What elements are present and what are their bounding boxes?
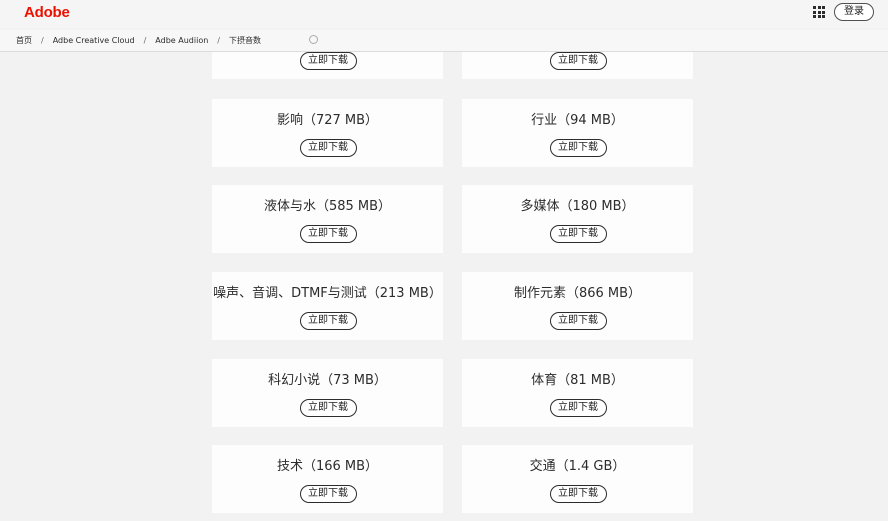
sound-pack-card: 多媒体（180 MB） 立即下载 [462, 185, 693, 253]
breadcrumb-creative-cloud[interactable]: Adbe Creative Cloud [53, 36, 135, 45]
card-title: 行业（94 MB） [531, 113, 624, 128]
download-now-button[interactable]: 立即下载 [299, 399, 357, 417]
download-now-button[interactable]: 立即下载 [299, 225, 357, 243]
card-title: 交通（1.4 GB） [529, 459, 626, 474]
card-title: 科幻小说（73 MB） [268, 373, 387, 388]
grid-dot [822, 15, 825, 18]
grid-dot [822, 10, 825, 14]
card-title: 体育（81 MB） [531, 373, 624, 388]
download-now-button[interactable]: 立即下载 [549, 52, 607, 70]
download-now-button[interactable]: 立即下载 [299, 139, 357, 157]
download-now-button[interactable]: 立即下载 [299, 485, 357, 503]
download-now-button[interactable]: 立即下载 [549, 139, 607, 157]
download-now-button[interactable]: 立即下载 [549, 225, 607, 243]
sound-pack-card: 制作元素（866 MB） 立即下载 [462, 272, 693, 340]
download-now-button[interactable]: 立即下载 [299, 312, 357, 330]
download-now-button[interactable]: 立即下载 [549, 312, 607, 330]
breadcrumb-home[interactable]: 首页 [16, 35, 32, 46]
card-title: 技术（166 MB） [276, 459, 379, 474]
download-now-button[interactable]: 立即下载 [299, 52, 357, 70]
grid-dot [813, 6, 816, 9]
card-title: 制作元素（866 MB） [513, 286, 642, 301]
sound-pack-card: 体育（81 MB） 立即下载 [462, 359, 693, 427]
grid-dot [813, 10, 816, 14]
grid-dot [813, 15, 816, 18]
scroll-indicator-icon [309, 35, 318, 44]
apps-grid-icon[interactable] [813, 6, 825, 18]
grid-dot [817, 6, 821, 9]
breadcrumb: 首页 / Adbe Creative Cloud / Adbe Audiion … [16, 35, 261, 46]
sound-pack-card: 行业（94 MB） 立即下载 [462, 99, 693, 167]
download-now-button[interactable]: 立即下载 [549, 399, 607, 417]
breadcrumb-separator: / [143, 36, 147, 45]
grid-dot [817, 15, 821, 18]
breadcrumb-current: 下摂音数 [228, 36, 261, 45]
download-now-button[interactable]: 立即下载 [549, 485, 607, 503]
sound-pack-card: 液体与水（585 MB） 立即下载 [212, 185, 443, 253]
breadcrumb-separator: / [41, 36, 44, 45]
sound-pack-card: 噪声、音调、DTMF与测试（213 MB） 立即下载 [212, 272, 443, 340]
card-title: 多媒体（180 MB） [520, 199, 635, 214]
global-header: Adobe 登录 [0, 0, 888, 28]
sound-pack-card: 科幻小说（73 MB） 立即下载 [212, 359, 443, 427]
breadcrumb-audition[interactable]: Adbe Audiion [155, 36, 208, 45]
card-title: 液体与水（585 MB） [263, 199, 392, 214]
card-title: 影响（727 MB） [276, 113, 379, 128]
grid-dot [817, 10, 821, 14]
sound-pack-card: 交通（1.4 GB） 立即下载 [462, 445, 693, 513]
card-title: 噪声、音调、DTMF与测试（213 MB） [213, 286, 442, 301]
grid-dot [822, 6, 825, 9]
adobe-logo[interactable]: Adobe [24, 4, 70, 21]
sound-pack-card: 影响（727 MB） 立即下载 [212, 99, 443, 167]
sound-pack-card: 技术（166 MB） 立即下载 [212, 445, 443, 513]
breadcrumb-separator: / [217, 36, 220, 45]
sound-pack-card: 立即下载 [212, 52, 443, 79]
sign-in-button[interactable]: 登录 [834, 3, 874, 21]
sound-pack-card: 立即下载 [462, 52, 693, 79]
